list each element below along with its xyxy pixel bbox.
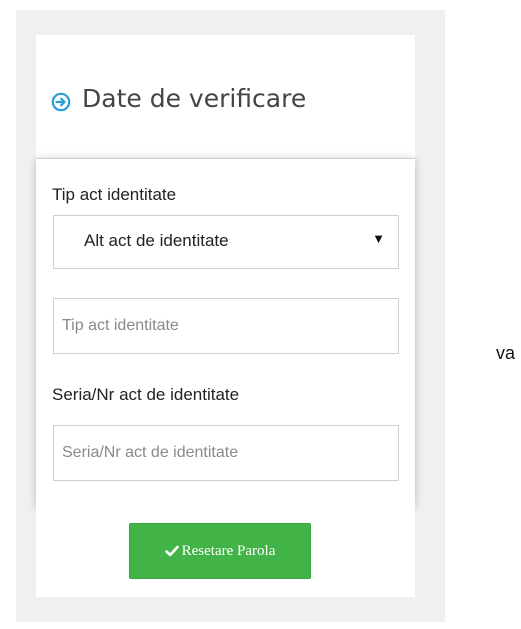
panel-title: Date de verificare: [82, 84, 307, 113]
check-icon: [164, 545, 179, 557]
id-type-label: Tip act identitate: [52, 185, 177, 204]
reset-password-button[interactable]: Resetare Parola: [129, 523, 311, 579]
panel-header: Date de verificare: [36, 35, 415, 159]
id-type-select[interactable]: Alt act de identitate ▼: [53, 215, 399, 269]
id-series-label: Seria/Nr act de identitate: [52, 385, 240, 404]
id-type-selected-value: Alt act de identitate: [84, 231, 229, 250]
reset-password-label: Resetare Parola: [181, 542, 276, 559]
panel-footer: Resetare Parola: [36, 508, 415, 597]
side-text: va: [496, 343, 516, 363]
panel-body: Tip act identitate Alt act de identitate…: [36, 159, 415, 508]
id-series-input[interactable]: [53, 425, 399, 481]
page-background: Date de verificare Tip act identitate Al…: [16, 10, 445, 622]
verification-panel: Date de verificare Tip act identitate Al…: [36, 35, 415, 597]
circle-arrow-right-icon: [51, 92, 71, 112]
caret-down-icon: ▼: [372, 231, 385, 246]
id-type-input[interactable]: [53, 298, 399, 354]
